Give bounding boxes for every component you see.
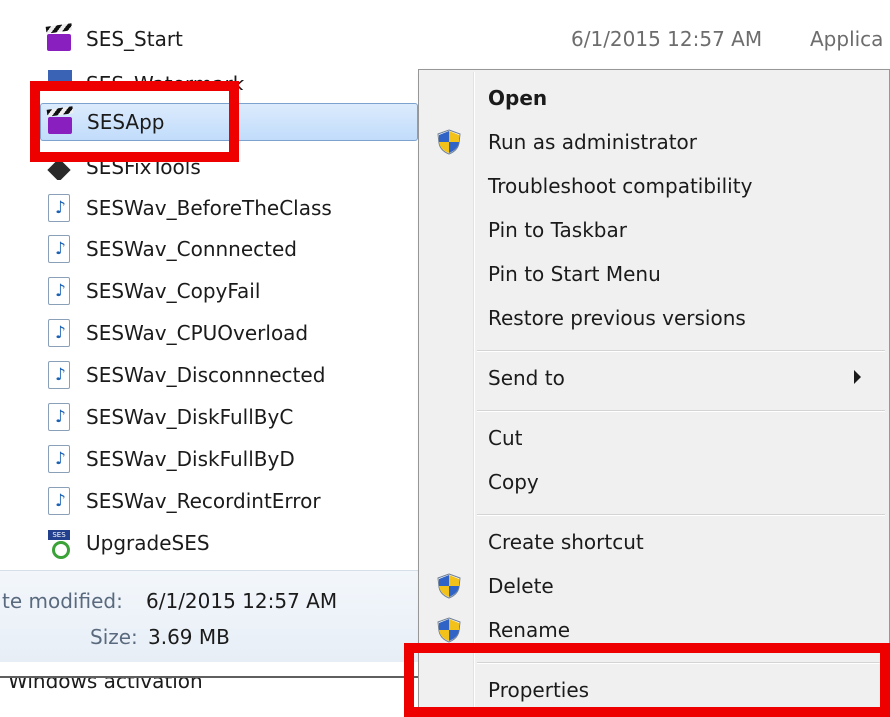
date-modified-value: 6/1/2015 12:57 AM [146, 589, 338, 613]
highlight-box-sesapp [30, 81, 239, 162]
uac-shield-icon [437, 129, 461, 155]
audio-file-icon: ♪ [44, 444, 74, 474]
menu-item-delete[interactable]: Delete [421, 564, 887, 608]
file-date-modified: 6/1/2015 12:57 AM [571, 27, 763, 51]
menu-item-label: Cut [488, 426, 523, 450]
file-row-seswav-recordinterror[interactable]: ♪ SESWav_RecordintError [44, 482, 440, 520]
menu-item-run-as-administrator[interactable]: Run as administrator [421, 120, 887, 164]
file-row-seswav-disconnnected[interactable]: ♪ SESWav_Disconnnected [44, 356, 440, 394]
audio-file-icon: ♪ [44, 486, 74, 516]
file-name: SESWav_RecordintError [86, 489, 321, 513]
menu-item-pin-to-taskbar[interactable]: Pin to Taskbar [421, 208, 887, 252]
context-menu: Open Run as administrator Troubleshoot c… [418, 69, 890, 717]
menu-item-label: Pin to Start Menu [488, 262, 661, 286]
windows-activation-text: Windows activation [8, 678, 203, 692]
audio-file-icon: ♪ [44, 276, 74, 306]
status-strip: Windows activation [0, 662, 440, 717]
size-label: Size: [90, 625, 138, 649]
submenu-arrow-icon [854, 370, 861, 384]
menu-item-label: Pin to Taskbar [488, 218, 627, 242]
menu-item-label: Restore previous versions [488, 306, 746, 330]
menu-item-create-shortcut[interactable]: Create shortcut [421, 520, 887, 564]
file-name: SESWav_Disconnnected [86, 363, 326, 387]
audio-file-icon: ♪ [44, 234, 74, 264]
file-row-seswav-beforetheclass[interactable]: ♪ SESWav_BeforeTheClass [44, 189, 440, 227]
file-row-upgradeses[interactable]: SES UpgradeSES [44, 524, 440, 562]
menu-separator [477, 350, 885, 352]
file-name: SES_Start [86, 27, 183, 51]
menu-item-open[interactable]: Open [421, 76, 887, 120]
file-row-seswav-connnected[interactable]: ♪ SESWav_Connnected [44, 230, 440, 268]
menu-item-pin-to-start-menu[interactable]: Pin to Start Menu [421, 252, 887, 296]
file-name: SESWav_DiskFullByD [86, 447, 295, 471]
file-row-seswav-cpuoverload[interactable]: ♪ SESWav_CPUOverload [44, 314, 440, 352]
details-pane: te modified: 6/1/2015 12:57 AM Size: 3.6… [0, 570, 440, 663]
file-name: SESWav_Connnected [86, 237, 297, 261]
menu-item-label: Copy [488, 470, 539, 494]
clapper-icon [44, 24, 74, 54]
highlight-box-properties [404, 643, 890, 717]
file-row-ses-start[interactable]: SES_Start 6/1/2015 12:57 AM Applica [44, 20, 883, 58]
size-value: 3.69 MB [148, 625, 230, 649]
menu-item-label: Rename [488, 618, 571, 642]
audio-file-icon: ♪ [44, 193, 74, 223]
file-row-seswav-diskfullbyd[interactable]: ♪ SESWav_DiskFullByD [44, 440, 440, 478]
uac-shield-icon [437, 617, 461, 643]
file-name: SESWav_CopyFail [86, 279, 261, 303]
file-name: SESWav_BeforeTheClass [86, 196, 332, 220]
file-name: SESFixTools [86, 160, 201, 179]
menu-item-label: Delete [488, 574, 554, 598]
menu-item-label: Send to [488, 366, 565, 390]
menu-item-send-to[interactable]: Send to [421, 356, 887, 400]
menu-item-label: Run as administrator [488, 130, 698, 154]
menu-item-cut[interactable]: Cut [421, 416, 887, 460]
uac-shield-icon [437, 573, 461, 599]
audio-file-icon: ♪ [44, 318, 74, 348]
upgrade-icon: SES [44, 528, 74, 559]
date-modified-label: te modified: [2, 589, 123, 613]
tools-icon [44, 160, 74, 180]
menu-item-label: Open [488, 86, 548, 110]
menu-item-label: Create shortcut [488, 530, 644, 554]
menu-separator [477, 410, 885, 412]
menu-item-label: Troubleshoot compatibility [488, 174, 753, 198]
file-row-seswav-diskfullbyc[interactable]: ♪ SESWav_DiskFullByC [44, 398, 440, 436]
menu-item-troubleshoot-compatibility[interactable]: Troubleshoot compatibility [421, 164, 887, 208]
file-name: SESWav_CPUOverload [86, 321, 309, 345]
audio-file-icon: ♪ [44, 360, 74, 390]
file-name: UpgradeSES [86, 531, 210, 555]
file-type: Applica [810, 27, 884, 51]
file-row-seswav-copyfail[interactable]: ♪ SESWav_CopyFail [44, 272, 440, 310]
file-row-sesfixtools[interactable]: SESFixTools [44, 160, 440, 180]
audio-file-icon: ♪ [44, 402, 74, 432]
menu-item-copy[interactable]: Copy [421, 460, 887, 504]
file-name: SESWav_DiskFullByC [86, 405, 294, 429]
menu-item-restore-previous-versions[interactable]: Restore previous versions [421, 296, 887, 340]
menu-separator [477, 514, 885, 516]
